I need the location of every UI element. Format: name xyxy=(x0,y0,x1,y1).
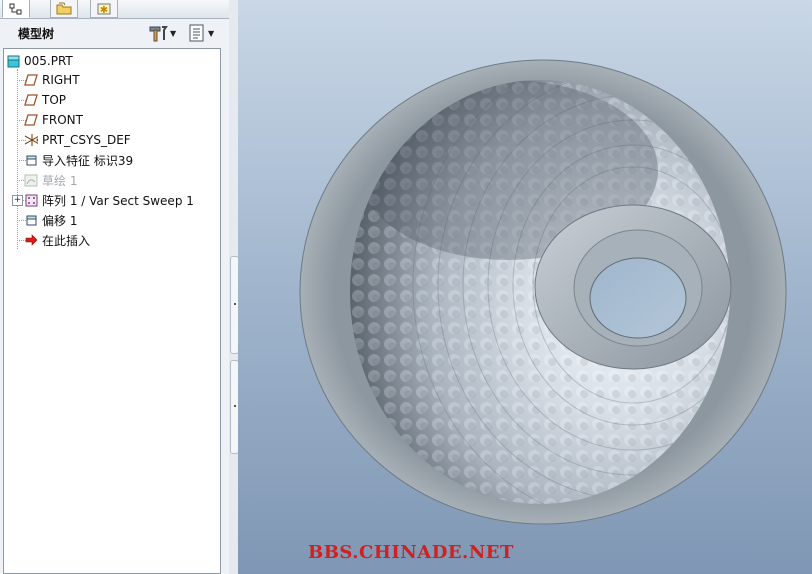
datum-plane-icon xyxy=(24,73,38,87)
part-icon xyxy=(6,54,20,68)
tree-item-datum-right[interactable]: RIGHT xyxy=(24,70,80,90)
watermark: BBS.CHINADE.NET xyxy=(308,542,514,563)
datum-plane-icon xyxy=(24,93,38,107)
tree-item-offset[interactable]: 偏移 1 xyxy=(24,210,77,230)
tree-item-label: 005.PRT xyxy=(24,54,73,68)
favorites-icon: ✱ xyxy=(97,3,111,15)
tree-item-datum-top[interactable]: TOP xyxy=(24,90,66,110)
chevron-down-icon: ▼ xyxy=(170,28,177,38)
graphics-window[interactable]: BBS.CHINADE.NET xyxy=(238,0,812,574)
tree-item-label: 偏移 1 xyxy=(42,213,78,228)
tree-item-label: FRONT xyxy=(42,113,83,127)
tree-item-datum-front[interactable]: FRONT xyxy=(24,110,83,130)
tree-header: 模型树 ▼ ▼ xyxy=(0,19,238,47)
tree-connector xyxy=(17,69,18,249)
document-list-icon xyxy=(189,24,204,42)
model-tree-panel: ✱ 模型树 ▼ ▼ 005.PRT RIGHT TOP FRONT PRT_CS… xyxy=(0,0,239,574)
offset-icon xyxy=(24,213,38,227)
reflector-center-hole xyxy=(589,257,687,339)
model-tree: 005.PRT RIGHT TOP FRONT PRT_CSYS_DEF 导入特… xyxy=(3,48,221,574)
tree-item-csys[interactable]: PRT_CSYS_DEF xyxy=(24,130,131,150)
insert-here-arrow-icon xyxy=(24,233,38,247)
datum-plane-icon xyxy=(24,113,38,127)
tab-folder-browser[interactable] xyxy=(50,0,78,18)
tree-item-label: 导入特征 标识39 xyxy=(42,153,134,168)
page-title: 模型树 xyxy=(18,27,55,41)
hammer-wrench-icon xyxy=(149,26,168,42)
tree-item-label: 阵列 1 / Var Sect Sweep 1 xyxy=(42,193,194,208)
tree-item-label: PRT_CSYS_DEF xyxy=(42,133,131,147)
csys-icon xyxy=(24,133,38,147)
tab-favorites[interactable]: ✱ xyxy=(90,0,118,18)
tree-tools-button[interactable]: ▼ xyxy=(148,24,176,42)
panel-splitter[interactable] xyxy=(229,0,239,574)
tree-settings-button[interactable]: ▼ xyxy=(188,24,214,42)
tab-model-tree[interactable] xyxy=(2,0,30,18)
tree-item-label: 在此插入 xyxy=(42,233,91,248)
tree-item-label: RIGHT xyxy=(42,73,80,87)
chevron-down-icon: ▼ xyxy=(208,28,215,38)
svg-text:✱: ✱ xyxy=(100,5,108,15)
model-view[interactable] xyxy=(238,0,812,574)
tree-item-pattern[interactable]: 阵列 1 / Var Sect Sweep 1 xyxy=(24,190,194,210)
navigator-tab-bar: ✱ xyxy=(0,0,238,19)
tree-item-label: 草绘 1 xyxy=(42,173,78,188)
tree-item-import-feature[interactable]: 导入特征 标识39 xyxy=(24,150,133,170)
tree-item-insert-here[interactable]: 在此插入 xyxy=(24,230,90,250)
tree-item-sketch[interactable]: 草绘 1 xyxy=(24,170,77,190)
sketch-icon xyxy=(24,173,38,187)
model-tree-icon xyxy=(9,3,22,14)
tree-item-part[interactable]: 005.PRT xyxy=(6,51,73,71)
import-feature-icon xyxy=(24,153,38,167)
tree-item-label: TOP xyxy=(42,93,67,107)
folder-icon xyxy=(56,2,72,15)
pattern-icon xyxy=(24,193,38,207)
